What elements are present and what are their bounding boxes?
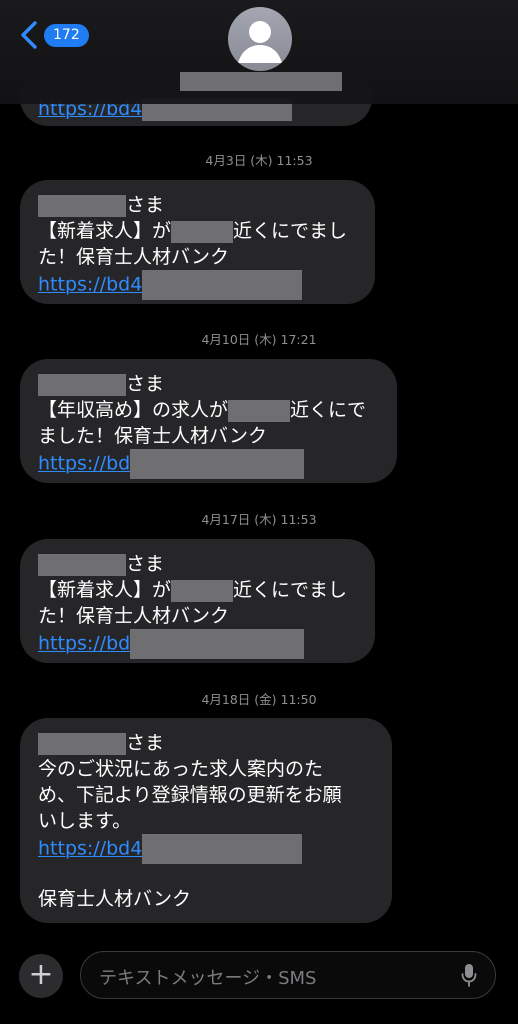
message-text: さま (126, 373, 165, 395)
message-text: 近くにでまし (233, 579, 348, 601)
message-input[interactable]: テキストメッセージ・SMS (80, 951, 496, 999)
message-text: 【新着求人】が (38, 579, 172, 601)
timestamp: 4月17日 (木) 11:53 (201, 512, 317, 527)
message-text: 近くにで (290, 399, 367, 421)
message-text: さま (126, 194, 165, 216)
message-text: いします。 (38, 810, 132, 832)
message-text: さま (126, 553, 165, 575)
message-text: た！保育士人材バンク (38, 605, 229, 627)
redacted-name (38, 373, 126, 396)
timestamp: 4月3日 (木) 11:53 (205, 153, 313, 168)
message-link[interactable]: https://bd4 (38, 838, 142, 860)
message-link[interactable]: https://bd (38, 633, 130, 655)
message-thread[interactable]: https://bd4 4月3日 (木) 11:53 さま 【新着求人】が近くに… (0, 0, 518, 1024)
microphone-icon[interactable] (461, 963, 477, 987)
redacted-block (171, 220, 234, 243)
contact-name-redacted[interactable] (180, 72, 342, 91)
conversation-header: 172 (0, 0, 518, 104)
add-attachment-button[interactable]: + (19, 954, 63, 998)
message-text: 今のご状況にあった求人案内のた (38, 758, 324, 780)
message-text: 【年収高め】の求人が (38, 399, 229, 421)
message-text: た！保育士人材バンク (38, 246, 229, 268)
redacted-name (38, 732, 126, 755)
message-text: 近くにでまし (233, 220, 348, 242)
message-text: め、下記より登録情報の更新をお願 (38, 784, 342, 806)
compose-bar: + テキストメッセージ・SMS (0, 938, 518, 1024)
redacted-name (38, 194, 126, 217)
message-text: さま (126, 732, 165, 754)
message-link[interactable]: https://bd (38, 453, 130, 475)
redacted-block (130, 449, 305, 479)
message-signature: 保育士人材バンク (38, 888, 191, 910)
redacted-block (142, 834, 303, 864)
message-input-placeholder: テキストメッセージ・SMS (99, 968, 317, 989)
timestamp: 4月10日 (木) 17:21 (201, 332, 317, 347)
message-text: 【新着求人】が (38, 220, 172, 242)
redacted-block (142, 270, 303, 300)
chevron-left-icon[interactable] (18, 20, 42, 50)
message-bubble[interactable]: さま 【新着求人】が 近くにでまし た！保育士人材バンク https://bd (20, 539, 375, 663)
contact-avatar[interactable] (228, 7, 292, 71)
person-icon (238, 21, 282, 63)
timestamp: 4月18日 (金) 11:50 (201, 692, 317, 707)
redacted-name (38, 553, 126, 576)
unread-count-badge[interactable]: 172 (44, 24, 89, 47)
message-link[interactable]: https://bd4 (38, 274, 142, 296)
redacted-block (171, 579, 234, 602)
redacted-block (130, 629, 305, 659)
message-bubble[interactable]: さま 今のご状況にあった求人案内のた め、下記より登録情報の更新をお願 いします… (20, 718, 392, 923)
message-text: ました！保育士人材バンク (38, 425, 267, 447)
message-bubble[interactable]: さま 【年収高め】の求人が 近くにで ました！保育士人材バンク https://b… (20, 359, 397, 483)
message-bubble[interactable]: さま 【新着求人】が 近くにでまし た！保育士人材バンク https://bd4 (20, 180, 375, 304)
redacted-block (228, 399, 291, 422)
